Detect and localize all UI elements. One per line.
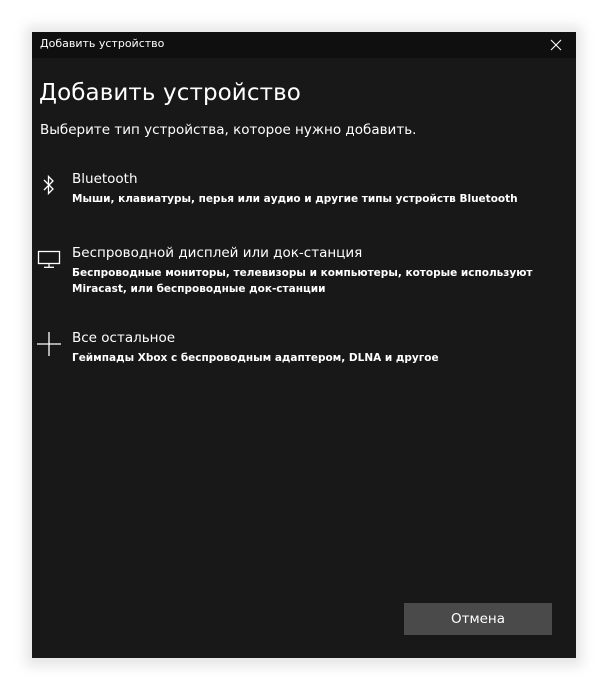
option-bluetooth[interactable]: Bluetooth Мыши, клавиатуры, перья или ау… [32, 171, 576, 207]
option-wireless-display-name: Беспроводной дисплей или док-станция [72, 245, 363, 261]
plus-icon [35, 332, 63, 356]
page-subtitle: Выберите тип устройства, которое нужно д… [40, 122, 417, 138]
option-everything-else[interactable]: Все остальное Геймпады Xbox с беспроводн… [32, 330, 576, 366]
close-button[interactable] [544, 34, 568, 56]
cancel-button[interactable]: Отмена [404, 603, 552, 635]
option-bluetooth-name: Bluetooth [72, 171, 138, 187]
option-bluetooth-description: Мыши, клавиатуры, перья или аудио и друг… [72, 193, 518, 205]
option-everything-else-description: Геймпады Xbox с беспроводным адаптером, … [72, 352, 439, 364]
option-wireless-display[interactable]: Беспроводной дисплей или док-станция Бес… [32, 245, 576, 297]
window-title: Добавить устройство [40, 37, 165, 50]
page-title: Добавить устройство [39, 80, 301, 106]
close-icon [550, 39, 562, 51]
option-wireless-display-description: Беспроводные мониторы, телевизоры и комп… [72, 267, 533, 295]
title-bar: Добавить устройство [32, 32, 576, 58]
monitor-icon [35, 247, 63, 271]
add-device-dialog: Добавить устройство Добавить устройство … [32, 32, 576, 658]
bluetooth-icon [35, 173, 63, 197]
option-everything-else-name: Все остальное [72, 330, 176, 346]
